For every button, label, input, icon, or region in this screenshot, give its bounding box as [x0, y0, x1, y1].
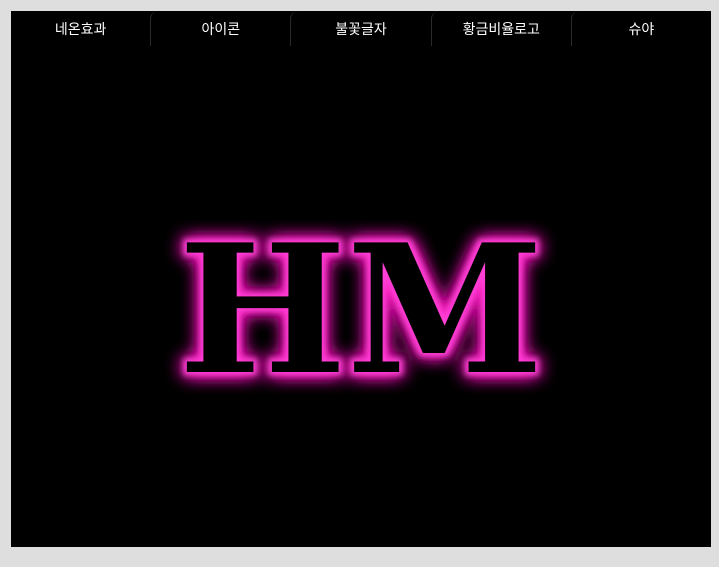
tab-bar: 네온효과 아이콘 불꽃글자 황금비율로고 슈야 [11, 11, 712, 46]
hm-logo-text: HM [178, 205, 543, 414]
tab-icon[interactable]: 아이콘 [150, 11, 291, 46]
app-window: 네온효과 아이콘 불꽃글자 황금비율로고 슈야 HM [11, 11, 712, 547]
tab-fire-text[interactable]: 불꽃글자 [290, 11, 431, 46]
tab-golden-ratio-logo[interactable]: 황금비율로고 [430, 11, 571, 46]
tab-shuya[interactable]: 슈야 [570, 11, 712, 46]
neon-stage: HM [11, 47, 711, 547]
neon-logo-canvas: HM [178, 205, 543, 414]
tab-neon-effect[interactable]: 네온효과 [11, 11, 151, 46]
